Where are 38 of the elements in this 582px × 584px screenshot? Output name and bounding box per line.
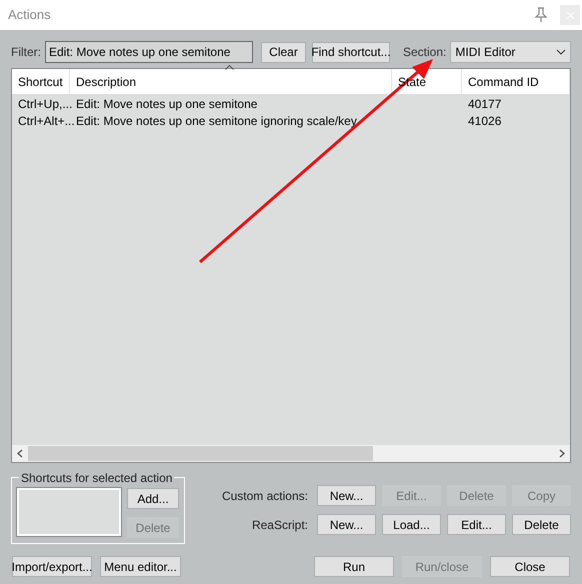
action-button[interactable]: Load... <box>382 514 441 535</box>
horizontal-scrollbar[interactable] <box>12 445 570 462</box>
sort-indicator-icon <box>225 65 234 70</box>
table-cell: Ctrl+Alt+... <box>18 114 75 128</box>
table-cell: Ctrl+Up,... <box>18 96 72 110</box>
action-button[interactable]: Import/export... <box>12 556 92 577</box>
action-button[interactable]: New... <box>317 514 376 535</box>
chevron-left-icon[interactable] <box>17 449 23 458</box>
table-row[interactable]: Ctrl+Up,... Edit: Move notes up one semitone 40177 <box>12 95 570 112</box>
section-label: Section: <box>403 44 446 61</box>
action-button[interactable]: Edit... <box>447 514 506 535</box>
action-button[interactable]: Clear <box>261 42 306 62</box>
action-button[interactable]: Add... <box>127 488 179 509</box>
window-title: Actions <box>8 6 51 24</box>
action-button[interactable]: Delete <box>512 514 571 535</box>
action-button[interactable]: Find shortcut... <box>312 42 390 62</box>
column-header[interactable]: Description <box>70 69 392 94</box>
row-label: ReaScript: <box>252 516 308 534</box>
table-cell: Edit: Move notes up one semitone ignoring scale/key <box>76 114 357 128</box>
action-button[interactable]: Close <box>490 556 570 577</box>
table-cell: Edit: Move notes up one semitone <box>76 96 258 110</box>
column-header[interactable]: Command ID <box>462 69 570 94</box>
table-cell: 41026 <box>468 114 502 128</box>
table-row[interactable]: Ctrl+Alt+...Edit: Move notes up one semitone ignoring scale/key 41026 <box>12 112 570 129</box>
action-button[interactable]: New... <box>317 485 376 506</box>
action-button[interactable]: Menu editor... <box>100 556 181 577</box>
chevron-right-icon[interactable] <box>559 449 565 458</box>
scrollbar-thumb[interactable] <box>28 446 373 461</box>
row-label: Custom actions: <box>222 488 308 504</box>
action-button[interactable]: Run <box>314 556 394 577</box>
section-dropdown[interactable]: MIDI Editor <box>450 41 571 63</box>
chevron-down-icon <box>556 49 566 55</box>
shortcuts-list[interactable] <box>17 488 121 536</box>
filter-field[interactable]: Edit: Move notes up one semitone <box>45 41 253 63</box>
filter-label: Filter: <box>11 44 41 61</box>
pin-icon[interactable] <box>534 7 548 23</box>
column-header[interactable]: Shortcut <box>12 69 70 94</box>
table-cell: 40177 <box>468 96 502 110</box>
